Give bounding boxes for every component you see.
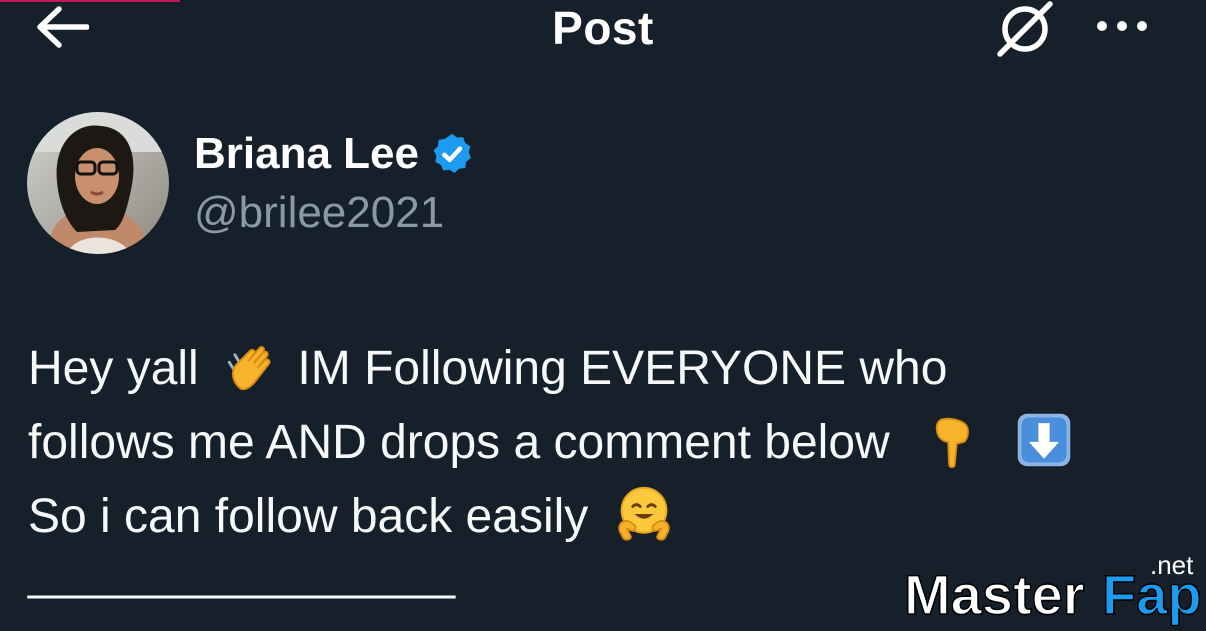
author-name-row: Briana Lee (194, 128, 475, 180)
verified-badge-icon (433, 133, 471, 173)
grok-icon (997, 1, 1053, 57)
waving-hand-emoji-icon (227, 346, 271, 391)
tweet-text-segment: So i can follow back easily (28, 490, 589, 543)
tweet-line-1: Hey yall IM Following EVERYONE who (28, 332, 1188, 406)
tweet-body: Hey yall IM Following EVERYONE who follo… (28, 332, 1188, 554)
profile-photo (27, 112, 169, 254)
tweet-text-segment: follows me AND drops a comment below (28, 416, 890, 469)
arrow-left-icon (37, 6, 89, 48)
down-arrow-emoji-icon (1018, 413, 1071, 467)
tweet-line-2: follows me AND drops a comment below (28, 406, 1188, 480)
watermark-logo: Master Fap .net (903, 550, 1202, 627)
more-horizontal-icon (1097, 21, 1147, 31)
watermark-brand-a: Master (904, 563, 1085, 626)
tweet-text-segment: IM Following EVERYONE who (297, 342, 948, 395)
text-divider: ________________ (28, 547, 456, 600)
watermark-tld: .net (1150, 550, 1194, 580)
more-options-button[interactable] (1090, 6, 1154, 46)
display-name[interactable]: Briana Lee (194, 129, 419, 179)
tweet-line-3: So i can follow back easily (28, 480, 1188, 554)
grok-button[interactable] (990, 0, 1060, 58)
hugging-face-emoji-icon (617, 486, 670, 541)
pointing-down-emoji-icon (935, 417, 970, 469)
author-handle[interactable]: @brilee2021 (194, 188, 444, 238)
back-button[interactable] (30, 2, 92, 52)
avatar[interactable] (27, 112, 169, 254)
tweet-text-segment: Hey yall (28, 342, 199, 395)
